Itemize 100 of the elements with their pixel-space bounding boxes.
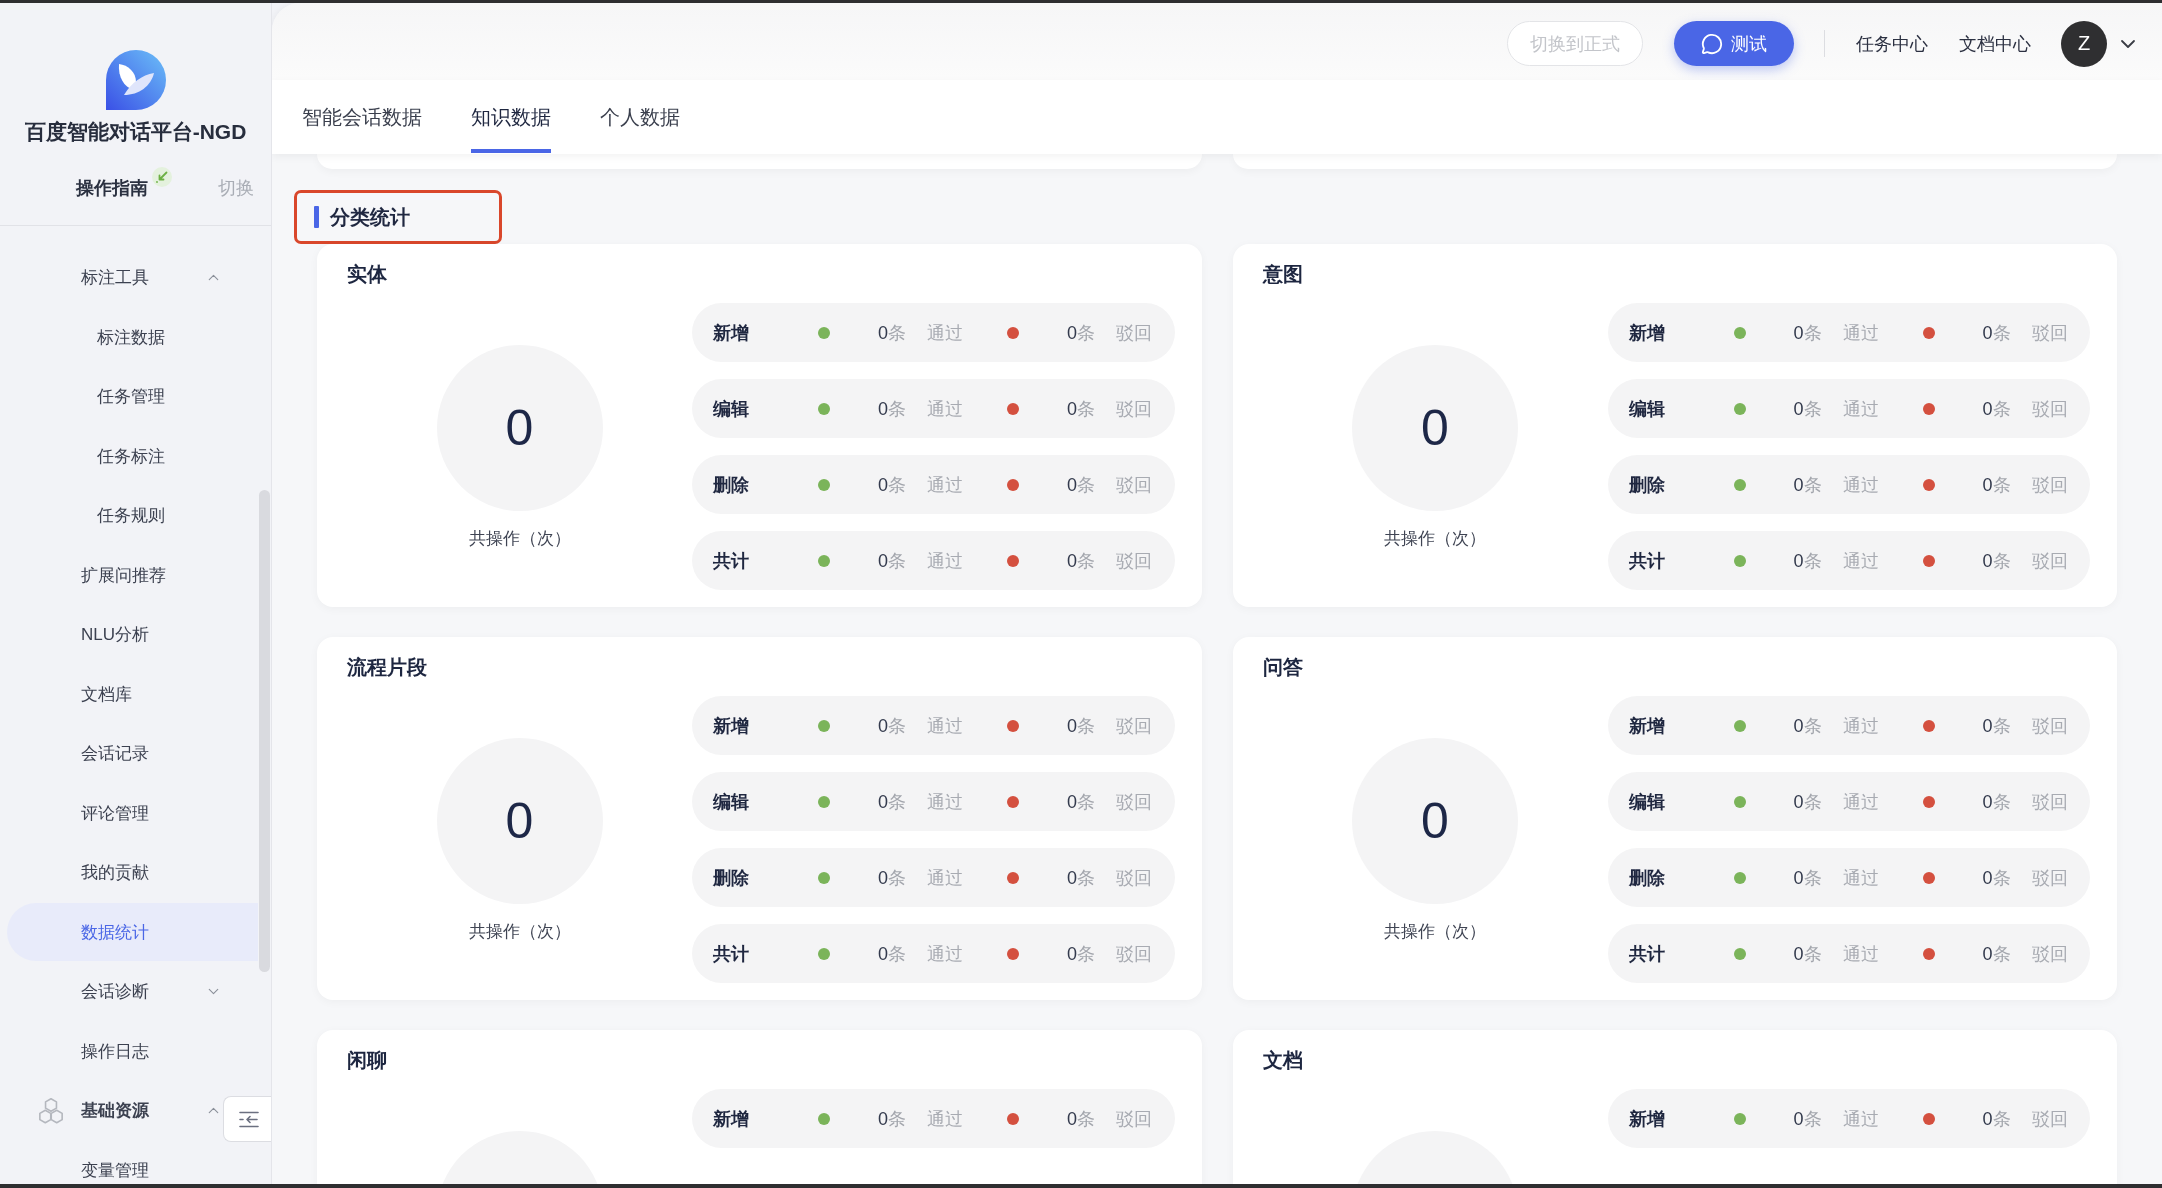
count-text: 0条: [1982, 549, 2011, 573]
status-text: 驳回: [2031, 549, 2068, 573]
menu-item[interactable]: 扩展问推荐: [7, 562, 222, 589]
test-button[interactable]: 测试: [1673, 21, 1794, 66]
status-text: 驳回: [2031, 714, 2068, 738]
status-text: 通过: [927, 1107, 963, 1131]
total-count: 0: [436, 345, 603, 511]
card-title: 问答: [1262, 655, 1303, 680]
status-text: 通过: [927, 321, 963, 345]
row-label: 删除: [1628, 473, 1665, 497]
total-label: 共操作（次）: [1384, 528, 1486, 550]
count-text: 0条: [878, 866, 906, 890]
count-text: 0条: [1982, 942, 2011, 966]
status-text: 通过: [1842, 1107, 1879, 1131]
menu-item[interactable]: 操作日志: [7, 1038, 222, 1065]
total-label: 共操作（次）: [468, 921, 571, 943]
status-text: 驳回: [1116, 1107, 1152, 1131]
count-text: 0条: [1793, 942, 1822, 966]
status-text: 驳回: [1116, 790, 1152, 814]
status-text: 驳回: [2031, 397, 2068, 421]
tab[interactable]: 个人数据: [600, 80, 680, 153]
menu-group[interactable]: 基础资源: [7, 1097, 222, 1124]
row-label: 共计: [1628, 549, 1665, 573]
count-text: 0条: [878, 942, 906, 966]
count-text: 0条: [878, 473, 906, 497]
menu-item[interactable]: 任务管理: [7, 383, 222, 410]
status-text: 驳回: [2031, 321, 2068, 345]
total-count: 0: [1352, 738, 1518, 904]
status-text: 驳回: [2031, 942, 2068, 966]
menu-item[interactable]: 评论管理: [7, 800, 222, 827]
scrollbar[interactable]: [259, 490, 270, 972]
count-text: 0条: [1793, 866, 1822, 890]
menu-item[interactable]: 我的贡献: [7, 859, 222, 886]
status-text: 通过: [927, 397, 963, 421]
menu-item[interactable]: 标注工具: [7, 264, 222, 291]
count-text: 0条: [878, 1107, 906, 1131]
status-text: 驳回: [1116, 473, 1152, 497]
status-text: 通过: [1842, 866, 1879, 890]
bird-logo-icon: [105, 50, 166, 110]
collapse-sidebar-icon: [238, 1110, 259, 1128]
count-text: 0条: [1982, 1107, 2011, 1131]
count-text: 0条: [1793, 1107, 1822, 1131]
card-title: 文档: [1262, 1048, 1303, 1073]
chat-icon: [1700, 32, 1723, 55]
status-text: 通过: [1842, 397, 1879, 421]
row-label: 编辑: [713, 790, 749, 814]
menu-item[interactable]: 数据统计: [7, 903, 258, 962]
count-text: 0条: [1982, 790, 2011, 814]
menu-item[interactable]: 任务标注: [7, 443, 222, 470]
menu-item[interactable]: 会话诊断: [7, 978, 222, 1005]
menu-item[interactable]: NLU分析: [7, 621, 222, 648]
status-text: 通过: [1842, 321, 1879, 345]
count-text: 0条: [1067, 321, 1095, 345]
row-label: 新增: [713, 1107, 749, 1131]
card-title: 实体: [347, 262, 387, 287]
header-link[interactable]: 任务中心: [1856, 31, 1928, 56]
menu-item[interactable]: 标注数据: [7, 324, 222, 351]
count-text: 0条: [1067, 866, 1095, 890]
card-title: 意图: [1262, 262, 1303, 287]
guide-link[interactable]: 操作指南: [76, 176, 148, 200]
card-title: 闲聊: [347, 1048, 387, 1073]
menu-item[interactable]: 变量管理: [7, 1157, 222, 1184]
row-label: 新增: [1628, 714, 1665, 738]
tab[interactable]: 智能会话数据: [302, 80, 422, 153]
row-label: 共计: [713, 942, 749, 966]
status-text: 驳回: [1116, 866, 1152, 890]
hexagons-icon: [37, 1096, 65, 1125]
count-text: 0条: [1982, 714, 2011, 738]
count-text: 0条: [1067, 790, 1095, 814]
row-label: 删除: [713, 866, 749, 890]
row-label: 编辑: [1628, 790, 1665, 814]
arrow-badge-icon: [152, 167, 172, 187]
status-text: 驳回: [1116, 321, 1152, 345]
count-text: 0条: [1793, 714, 1822, 738]
count-text: 0条: [1793, 473, 1822, 497]
row-label: 删除: [713, 473, 749, 497]
app-name: 百度智能对话平台-NGD: [24, 119, 247, 145]
menu-item[interactable]: 任务规则: [7, 502, 222, 529]
status-text: 通过: [1842, 473, 1879, 497]
count-text: 0条: [878, 549, 906, 573]
row-label: 共计: [713, 549, 749, 573]
collapse-button[interactable]: [223, 1096, 271, 1142]
count-text: 0条: [1067, 714, 1095, 738]
menu-item[interactable]: 会话记录: [7, 740, 222, 767]
total-label: 共操作（次）: [1384, 921, 1486, 943]
status-text: 通过: [1842, 549, 1879, 573]
menu-item[interactable]: 文档库: [7, 681, 222, 708]
status-text: 通过: [927, 549, 963, 573]
total-count: 0: [436, 738, 603, 904]
count-text: 0条: [1793, 397, 1822, 421]
count-text: 0条: [1793, 790, 1822, 814]
count-text: 0条: [1982, 397, 2011, 421]
count-text: 0条: [1067, 473, 1095, 497]
header-link[interactable]: 文档中心: [1959, 31, 2031, 56]
status-text: 通过: [927, 866, 963, 890]
status-text: 驳回: [1116, 714, 1152, 738]
row-label: 编辑: [1628, 397, 1665, 421]
count-text: 0条: [1982, 473, 2011, 497]
count-text: 0条: [1067, 397, 1095, 421]
avatar[interactable]: Z: [2061, 20, 2107, 67]
